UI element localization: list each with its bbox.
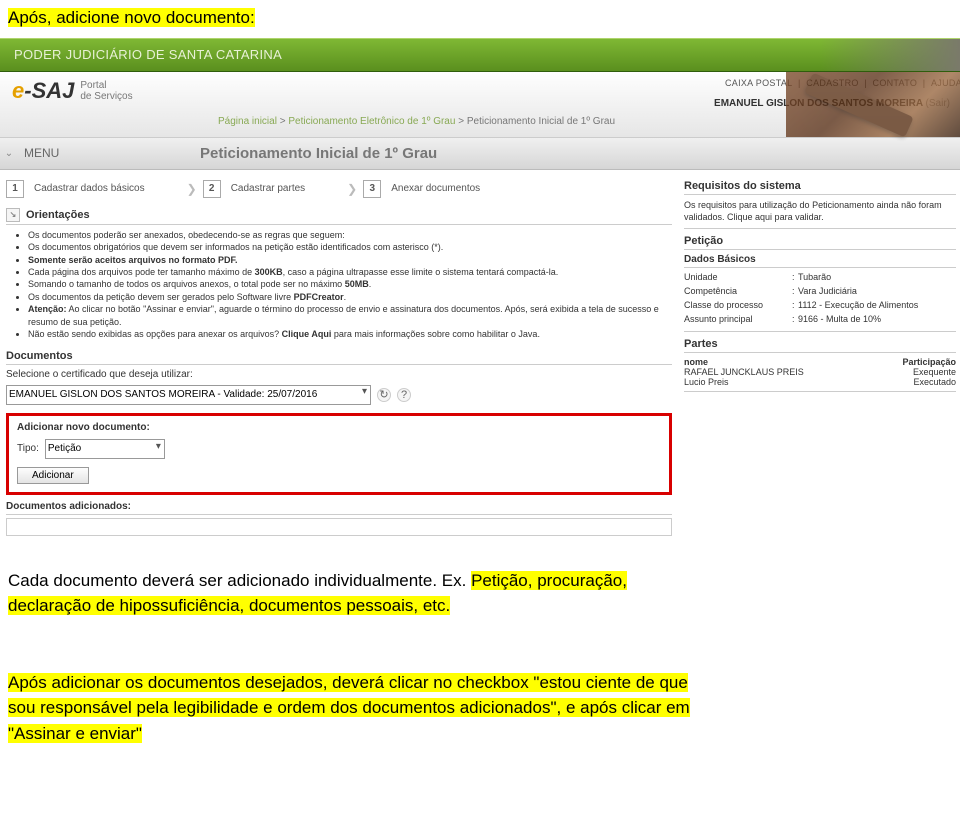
requisitos-text: Os requisitos para utilização do Peticio… <box>684 199 956 224</box>
help-icon[interactable]: ? <box>397 388 411 402</box>
breadcrumb-home[interactable]: Página inicial <box>218 116 277 127</box>
subheader: ⌄ MENU Peticionamento Inicial de 1º Grau <box>0 138 960 170</box>
site-header: e-SAJ Portalde Serviços CAIXA POSTAL | C… <box>0 72 960 138</box>
instruction-bottom: Cada documento deverá ser adicionado ind… <box>0 544 960 747</box>
page-title: Peticionamento Inicial de 1º Grau <box>200 145 437 162</box>
collapse-icon[interactable]: ↘ <box>6 208 20 222</box>
wizard-steps: 1Cadastrar dados básicos ❯ 2Cadastrar pa… <box>6 180 672 198</box>
dados-title: Dados Básicos <box>684 254 956 268</box>
orientations-heading: ↘ Orientações <box>6 208 672 225</box>
instruction-top: Após, adicione novo documento: <box>8 8 255 27</box>
menu-label[interactable]: MENU <box>18 146 200 160</box>
wizard-step-3[interactable]: 3Anexar documentos <box>363 180 480 198</box>
esaj-logo: e-SAJ Portalde Serviços <box>12 78 133 104</box>
chevron-right-icon: ❯ <box>187 182 197 196</box>
wizard-step-2[interactable]: 2Cadastrar partes <box>203 180 305 198</box>
adicionar-button[interactable]: Adicionar <box>17 467 89 484</box>
parte-row: RAFAEL JUNCKLAUS PREISExequente <box>684 367 956 377</box>
certificate-select[interactable] <box>6 385 371 405</box>
parte-row: Lucio PreisExecutado <box>684 377 956 387</box>
requisitos-title: Requisitos do sistema <box>684 180 956 195</box>
breadcrumb: Página inicial > Peticionamento Eletrôni… <box>218 116 615 127</box>
rules-list: Os documentos poderão ser anexados, obed… <box>6 229 672 341</box>
documents-added-empty <box>6 518 672 536</box>
gavel-image <box>786 72 960 137</box>
menu-chevron-icon[interactable]: ⌄ <box>0 148 18 159</box>
add-document-panel: Adicionar novo documento: Tipo: Adiciona… <box>6 413 672 495</box>
certificate-label: Selecione o certificado que deseja utili… <box>6 369 672 380</box>
peticao-title: Petição <box>684 235 956 250</box>
wizard-step-1[interactable]: 1Cadastrar dados básicos <box>6 180 145 198</box>
documents-added-heading: Documentos adicionados: <box>6 501 672 515</box>
documents-heading: Documentos <box>6 350 672 365</box>
refresh-icon[interactable]: ↻ <box>377 388 391 402</box>
topbar-city-photo <box>820 39 960 71</box>
tipo-label: Tipo: <box>17 443 39 454</box>
chevron-right-icon: ❯ <box>347 182 357 196</box>
breadcrumb-mid[interactable]: Peticionamento Eletrônico de 1º Grau <box>288 116 455 127</box>
add-doc-title: Adicionar novo documento: <box>17 422 661 433</box>
tipo-select[interactable] <box>45 439 165 459</box>
court-topbar: PODER JUDICIÁRIO DE SANTA CATARINA <box>0 38 960 72</box>
app-screenshot: PODER JUDICIÁRIO DE SANTA CATARINA e-SAJ… <box>0 38 960 536</box>
court-title: PODER JUDICIÁRIO DE SANTA CATARINA <box>0 47 282 62</box>
partes-title: Partes <box>684 338 956 353</box>
